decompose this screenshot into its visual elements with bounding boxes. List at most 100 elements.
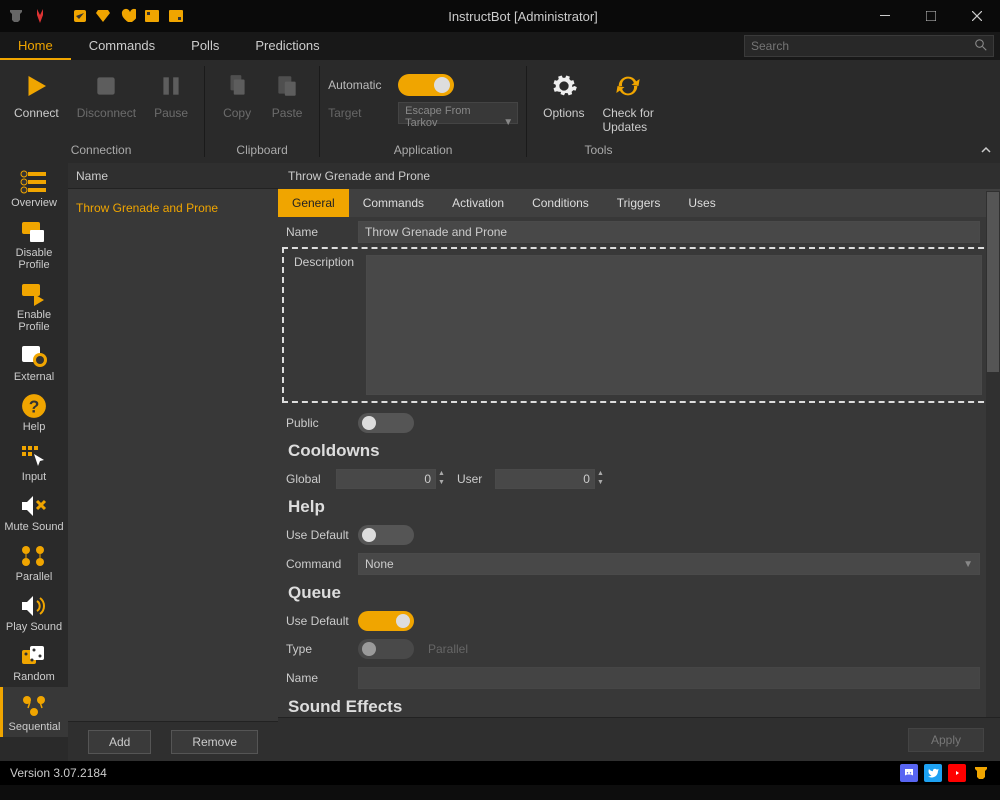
side-toolbar: Overview Disable Profile Enable Profile … (0, 163, 68, 761)
queue-use-default-toggle[interactable] (358, 611, 414, 631)
user-label: User (457, 472, 487, 486)
ribbon-group-clipboard: Copy Paste Clipboard (207, 60, 317, 163)
sidebar-item-enable-profile[interactable]: Enable Profile (0, 275, 68, 337)
queue-name-label: Name (286, 671, 350, 685)
detail-footer: Apply (278, 717, 1000, 761)
add-button[interactable]: Add (88, 730, 151, 754)
sidebar-item-help[interactable]: ? Help (0, 387, 68, 437)
detail-tab-triggers[interactable]: Triggers (603, 189, 675, 217)
discord-icon[interactable] (900, 764, 918, 782)
window-title: InstructBot [Administrator] (184, 9, 862, 24)
sidebar-item-random[interactable]: Random (0, 637, 68, 687)
app-icon-7 (168, 8, 184, 24)
detail-tab-commands[interactable]: Commands (349, 189, 438, 217)
description-dropzone[interactable]: Description (282, 247, 994, 403)
app-icon-6 (144, 8, 160, 24)
maximize-button[interactable] (908, 0, 954, 32)
parallel-icon (19, 543, 49, 569)
name-header: Name (68, 163, 278, 189)
sidebar-item-parallel[interactable]: Parallel (0, 537, 68, 587)
global-spinner[interactable]: ▲▼ (336, 469, 445, 489)
twitter-icon[interactable] (924, 764, 942, 782)
sound-effects-heading: Sound Effects (278, 693, 1000, 717)
queue-use-default-label: Use Default (286, 614, 350, 628)
detail-tab-general[interactable]: General (278, 189, 349, 217)
tab-home[interactable]: Home (0, 32, 71, 60)
type-toggle (358, 639, 414, 659)
spin-up-icon[interactable]: ▲ (438, 470, 445, 479)
field-public-label: Public (286, 416, 350, 430)
user-spinner[interactable]: ▲▼ (495, 469, 604, 489)
field-name-label: Name (286, 225, 350, 239)
command-label: Command (286, 557, 350, 571)
status-icons (900, 764, 990, 782)
paste-button: Paste (263, 64, 311, 143)
help-use-default-toggle[interactable] (358, 525, 414, 545)
chevron-down-icon: ▼ (503, 117, 513, 128)
automatic-label: Automatic (328, 78, 388, 92)
use-default-label: Use Default (286, 528, 350, 542)
window-controls (862, 0, 1000, 32)
ribbon-group-connection: Connect Disconnect Pause Connection (0, 60, 202, 163)
sidebar-item-sequential[interactable]: Sequential (0, 687, 68, 737)
search-box[interactable] (744, 35, 994, 57)
ribbon-collapse-icon[interactable] (980, 144, 992, 159)
detail-tab-conditions[interactable]: Conditions (518, 189, 603, 217)
stop-icon (90, 70, 122, 102)
sidebar-item-play-sound[interactable]: Play Sound (0, 587, 68, 637)
field-description-input[interactable] (366, 255, 982, 395)
target-label: Target (328, 106, 388, 120)
sidebar-item-input[interactable]: Input (0, 437, 68, 487)
tab-predictions[interactable]: Predictions (237, 32, 337, 60)
name-list-item[interactable]: Throw Grenade and Prone (68, 195, 278, 221)
detail-scrollbar[interactable] (986, 191, 1000, 717)
name-list-footer: Add Remove (68, 721, 278, 761)
queue-name-input[interactable] (358, 667, 980, 689)
help-icon: ? (19, 393, 49, 419)
global-label: Global (286, 472, 328, 486)
target-select[interactable]: Escape From Tarkov ▼ (398, 102, 518, 124)
main-area: Overview Disable Profile Enable Profile … (0, 163, 1000, 761)
spin-up-icon[interactable]: ▲ (597, 470, 604, 479)
input-icon (19, 443, 49, 469)
sidebar-item-external[interactable]: External (0, 337, 68, 387)
automatic-toggle[interactable] (398, 74, 454, 96)
check-updates-button[interactable]: Check forUpdates (594, 64, 661, 143)
minimize-button[interactable] (862, 0, 908, 32)
enable-profile-icon (19, 281, 49, 307)
disable-profile-icon (19, 219, 49, 245)
sidebar-item-disable-profile[interactable]: Disable Profile (0, 213, 68, 275)
tab-polls[interactable]: Polls (173, 32, 237, 60)
pause-button: Pause (146, 64, 196, 143)
command-select[interactable]: None ▼ (358, 553, 980, 575)
app-logo-icon[interactable] (972, 764, 990, 782)
copy-button: Copy (213, 64, 261, 143)
public-toggle[interactable] (358, 413, 414, 433)
connect-button[interactable]: Connect (6, 64, 67, 143)
app-icon-3 (72, 8, 88, 24)
play-icon (20, 70, 52, 102)
external-icon (19, 343, 49, 369)
spin-down-icon[interactable]: ▼ (438, 479, 445, 488)
detail-tab-activation[interactable]: Activation (438, 189, 518, 217)
apply-button[interactable]: Apply (908, 728, 984, 752)
ribbon-group-tools: Options Check forUpdates Tools (529, 60, 668, 163)
detail-tab-uses[interactable]: Uses (674, 189, 729, 217)
detail-body: Name Description Public Cooldowns Global… (278, 217, 1000, 717)
youtube-icon[interactable] (948, 764, 966, 782)
gear-icon (548, 70, 580, 102)
spin-down-icon[interactable]: ▼ (597, 479, 604, 488)
sidebar-item-overview[interactable]: Overview (0, 163, 68, 213)
remove-button[interactable]: Remove (171, 730, 258, 754)
status-bar: Version 3.07.2184 (0, 761, 1000, 785)
tab-commands[interactable]: Commands (71, 32, 173, 60)
cooldowns-heading: Cooldowns (278, 437, 1000, 465)
options-button[interactable]: Options (535, 64, 592, 143)
sidebar-item-mute-sound[interactable]: Mute Sound (0, 487, 68, 537)
close-button[interactable] (954, 0, 1000, 32)
search-input[interactable] (745, 39, 969, 53)
name-list: Throw Grenade and Prone (68, 189, 278, 721)
title-bar: InstructBot [Administrator] (0, 0, 1000, 32)
svg-text:?: ? (29, 397, 40, 417)
field-name-input[interactable] (358, 221, 980, 243)
